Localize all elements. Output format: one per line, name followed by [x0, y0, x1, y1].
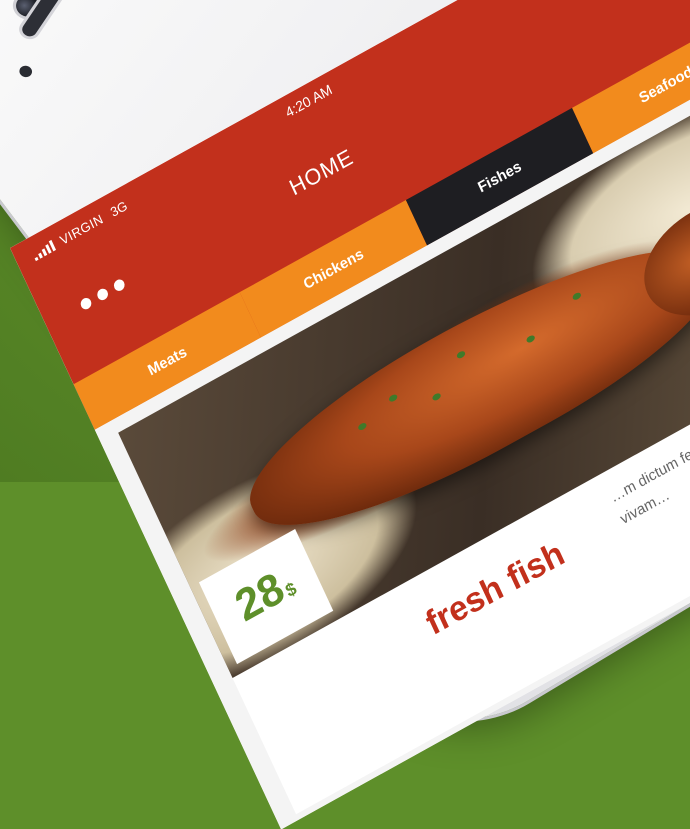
back-button[interactable]: [636, 0, 682, 10]
signal-strength-icon: [31, 239, 56, 260]
more-dots-icon: [79, 296, 93, 311]
back-arrow-icon: [636, 0, 680, 6]
page-title: HOME: [285, 144, 357, 202]
network-type: 3G: [108, 197, 130, 219]
proximity-sensor: [17, 64, 35, 80]
more-menu-button[interactable]: [79, 278, 127, 312]
price-value: 28: [228, 563, 292, 632]
